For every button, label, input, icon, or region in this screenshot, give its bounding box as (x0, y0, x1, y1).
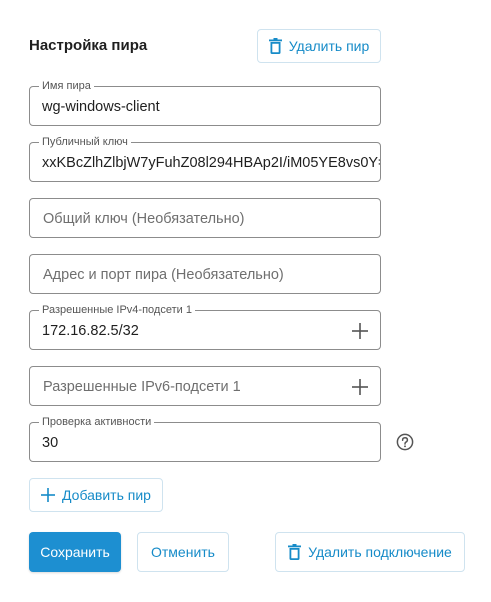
peer-name-label: Имя пира (39, 80, 94, 93)
shared-key-placeholder: Общий ключ (Необязательно) (43, 211, 245, 227)
trash-icon (288, 544, 302, 560)
keepalive-label: Проверка активности (39, 416, 155, 429)
page-title: Настройка пира (29, 37, 148, 54)
delete-peer-label: Удалить пир (288, 38, 370, 54)
public-key-label: Публичный ключ (39, 136, 131, 149)
save-button[interactable]: Сохранить (29, 532, 121, 572)
ipv4-subnets-field[interactable]: Разрешенные IPv4-подсети 1 172.16.82.5/3… (29, 304, 381, 350)
ipv4-subnets-value: 172.16.82.5/32 (42, 323, 139, 339)
ipv4-subnets-label: Разрешенные IPv4-подсети 1 (39, 304, 195, 317)
add-peer-button[interactable]: Добавить пир (29, 478, 163, 512)
add-ipv6-subnet-icon[interactable] (351, 378, 369, 396)
public-key-field[interactable]: Публичный ключ xxKBcZlhZlbjW7yFuhZ08l294… (29, 136, 381, 182)
keepalive-field[interactable]: Проверка активности 30 (29, 416, 381, 462)
delete-peer-button[interactable]: Удалить пир (257, 29, 381, 63)
help-icon[interactable] (396, 433, 414, 451)
shared-key-field[interactable]: Общий ключ (Необязательно) (29, 198, 381, 238)
delete-connection-button[interactable]: Удалить подключение (275, 532, 465, 572)
ipv6-subnets-placeholder: Разрешенные IPv6-подсети 1 (43, 379, 241, 395)
delete-connection-label: Удалить подключение (308, 544, 452, 560)
public-key-value: xxKBcZlhZlbjW7yFuhZ08l294HBAp2I/iM05YE8v… (42, 155, 380, 171)
keepalive-value: 30 (42, 435, 59, 451)
ipv6-subnets-field[interactable]: Разрешенные IPv6-подсети 1 (29, 366, 381, 406)
peer-address-field[interactable]: Адрес и порт пира (Необязательно) (29, 254, 381, 294)
peer-name-field[interactable]: Имя пира wg-windows-client (29, 80, 381, 126)
save-label: Сохранить (40, 544, 110, 560)
peer-address-placeholder: Адрес и порт пира (Необязательно) (43, 267, 284, 283)
plus-icon (41, 488, 56, 502)
add-ipv4-subnet-icon[interactable] (351, 322, 369, 340)
cancel-button[interactable]: Отменить (137, 532, 229, 572)
peer-name-value: wg-windows-client (42, 99, 160, 115)
trash-icon (268, 38, 282, 54)
cancel-label: Отменить (151, 544, 215, 560)
add-peer-label: Добавить пир (62, 487, 151, 503)
